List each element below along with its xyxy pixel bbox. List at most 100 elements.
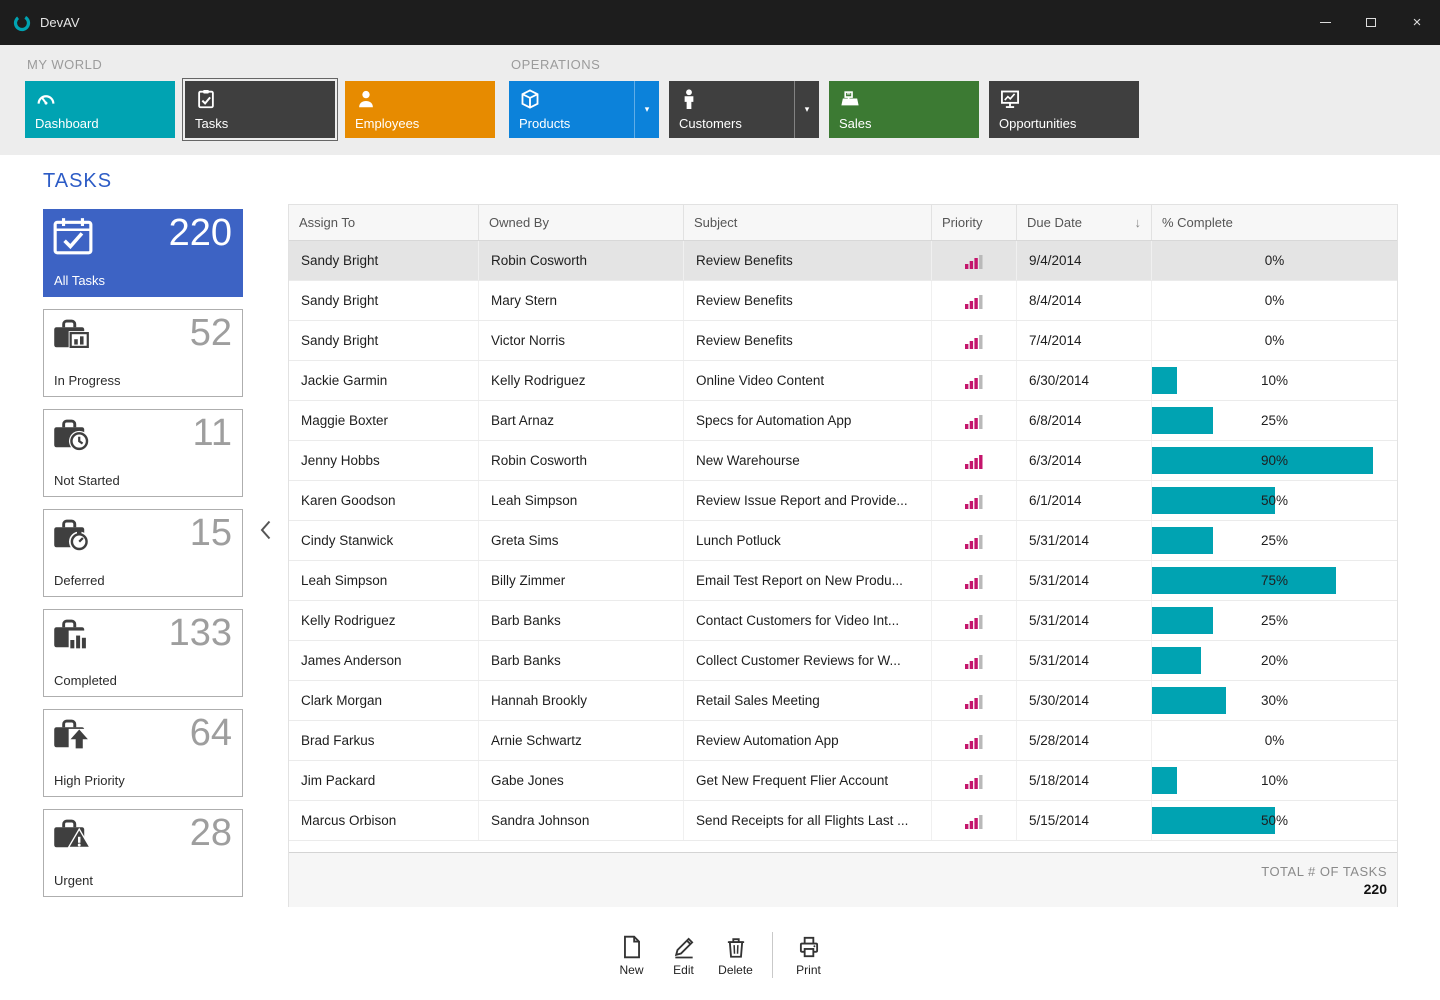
- tile-urgent[interactable]: 28Urgent: [43, 809, 243, 897]
- ribbon-button-employees[interactable]: Employees: [345, 81, 495, 138]
- tile-completed[interactable]: 133Completed: [43, 609, 243, 697]
- percent-label: 10%: [1261, 373, 1288, 388]
- column-header-complete[interactable]: % Complete: [1152, 205, 1397, 240]
- maximize-button[interactable]: [1348, 0, 1394, 45]
- task-row[interactable]: James AndersonBarb BanksCollect Customer…: [289, 641, 1397, 681]
- column-header-priority[interactable]: Priority: [932, 205, 1017, 240]
- due-date-cell: 9/4/2014: [1017, 241, 1152, 280]
- task-row[interactable]: Sandy BrightRobin CosworthReview Benefit…: [289, 241, 1397, 281]
- column-header-label: Priority: [942, 215, 982, 230]
- edit-button[interactable]: Edit: [658, 934, 710, 977]
- tile-count: 64: [190, 712, 232, 755]
- task-row[interactable]: Marcus OrbisonSandra JohnsonSend Receipt…: [289, 801, 1397, 841]
- task-row[interactable]: Brad FarkusArnie SchwartzReview Automati…: [289, 721, 1397, 761]
- print-printer-icon: [796, 934, 822, 960]
- tile-deferred[interactable]: 15Deferred: [43, 509, 243, 597]
- task-row[interactable]: Sandy BrightMary SternReview Benefits8/4…: [289, 281, 1397, 321]
- ribbon-button-label: Opportunities: [999, 116, 1139, 131]
- devav-logo-icon: [12, 13, 32, 33]
- case-bars-icon: [52, 616, 92, 654]
- ribbon-button-opportunities[interactable]: Opportunities: [989, 81, 1139, 138]
- assign-to-cell: Jim Packard: [289, 761, 479, 800]
- priority-bars-icon: [964, 693, 984, 709]
- subject-cell: Review Benefits: [684, 281, 932, 320]
- priority-cell: [932, 561, 1017, 600]
- chevron-left-icon: [260, 520, 271, 545]
- ribbon-button-sales[interactable]: Sales: [829, 81, 979, 138]
- toolbar-button-label: Edit: [673, 963, 694, 977]
- tile-label: Urgent: [54, 873, 93, 888]
- owned-by-cell: Billy Zimmer: [479, 561, 684, 600]
- column-header-due_date[interactable]: Due Date↓: [1017, 205, 1152, 240]
- task-row[interactable]: Jenny HobbsRobin CosworthNew Warehourse6…: [289, 441, 1397, 481]
- dropdown-arrow-icon[interactable]: ▾: [634, 81, 659, 138]
- collapse-sidebar-button[interactable]: [243, 155, 288, 910]
- ribbon-button-dashboard[interactable]: Dashboard: [25, 81, 175, 138]
- case-clock-icon: [52, 416, 92, 454]
- tile-in-progress[interactable]: 52In Progress: [43, 309, 243, 397]
- grid-header: Assign ToOwned BySubject Priority Due Date…: [289, 205, 1397, 241]
- task-row[interactable]: Maggie BoxterBart ArnazSpecs for Automat…: [289, 401, 1397, 441]
- subject-cell: Review Automation App: [684, 721, 932, 760]
- priority-cell: [932, 761, 1017, 800]
- task-row[interactable]: Jackie GarminKelly RodriguezOnline Video…: [289, 361, 1397, 401]
- percent-complete-cell: 0%: [1152, 241, 1397, 280]
- delete-button[interactable]: Delete: [710, 934, 762, 977]
- subject-cell: Review Issue Report and Provide...: [684, 481, 932, 520]
- toolbar-button-label: New: [619, 963, 643, 977]
- products-box-icon: [519, 88, 634, 112]
- owned-by-cell: Kelly Rodriguez: [479, 361, 684, 400]
- task-row[interactable]: Karen GoodsonLeah SimpsonReview Issue Re…: [289, 481, 1397, 521]
- percent-label: 0%: [1265, 293, 1285, 308]
- progress-bar: [1152, 567, 1336, 594]
- percent-label: 25%: [1261, 413, 1288, 428]
- task-row[interactable]: Clark MorganHannah BrooklyRetail Sales M…: [289, 681, 1397, 721]
- tile-count: 52: [190, 312, 232, 355]
- column-header-owned_by[interactable]: Owned By: [479, 205, 684, 240]
- subject-cell: Specs for Automation App: [684, 401, 932, 440]
- opportunities-chart-icon: [999, 88, 1139, 112]
- ribbon-button-label: Tasks: [195, 116, 335, 131]
- toolbar-button-label: Print: [796, 963, 821, 977]
- priority-cell: [932, 521, 1017, 560]
- owned-by-cell: Sandra Johnson: [479, 801, 684, 840]
- print-button[interactable]: Print: [783, 934, 835, 977]
- total-tasks-label: TOTAL # OF TASKS: [1261, 864, 1387, 879]
- owned-by-cell: Mary Stern: [479, 281, 684, 320]
- task-row[interactable]: Leah SimpsonBilly ZimmerEmail Test Repor…: [289, 561, 1397, 601]
- progress-bar: [1152, 487, 1275, 514]
- tile-all-tasks[interactable]: 220All Tasks: [43, 209, 243, 297]
- subject-cell: Online Video Content: [684, 361, 932, 400]
- task-row[interactable]: Sandy BrightVictor NorrisReview Benefits…: [289, 321, 1397, 361]
- dropdown-arrow-icon[interactable]: ▾: [794, 81, 819, 138]
- column-header-assign_to[interactable]: Assign To: [289, 205, 479, 240]
- case-arrow-up-icon: [52, 716, 92, 754]
- subject-cell: Send Receipts for all Flights Last ...: [684, 801, 932, 840]
- task-row[interactable]: Jim PackardGabe JonesGet New Frequent Fl…: [289, 761, 1397, 801]
- tasks-grid: Assign ToOwned BySubject Priority Due Date…: [288, 204, 1398, 907]
- tile-not-started[interactable]: 11Not Started: [43, 409, 243, 497]
- priority-bars-icon: [964, 533, 984, 549]
- percent-complete-cell: 75%: [1152, 561, 1397, 600]
- priority-bars-icon: [964, 653, 984, 669]
- ribbon: MY WORLDDashboardTasksEmployeesOPERATION…: [0, 45, 1440, 155]
- close-button[interactable]: ×: [1394, 0, 1440, 45]
- due-date-cell: 5/28/2014: [1017, 721, 1152, 760]
- column-header-subject[interactable]: Subject: [684, 205, 932, 240]
- ribbon-button-customers[interactable]: Customers▾: [669, 81, 819, 138]
- progress-bar: [1152, 367, 1177, 394]
- dashboard-gauge-icon: [35, 88, 175, 112]
- minimize-button[interactable]: [1302, 0, 1348, 45]
- priority-bars-icon: [964, 373, 984, 389]
- task-row[interactable]: Kelly RodriguezBarb BanksContact Custome…: [289, 601, 1397, 641]
- ribbon-button-products[interactable]: Products▾: [509, 81, 659, 138]
- partial-task-row[interactable]: [289, 841, 1397, 853]
- new-document-icon: [619, 934, 645, 960]
- ribbon-group-label: OPERATIONS: [511, 57, 1139, 72]
- ribbon-button-tasks[interactable]: Tasks: [185, 81, 335, 138]
- tile-high-priority[interactable]: 64High Priority: [43, 709, 243, 797]
- percent-complete-cell: 90%: [1152, 441, 1397, 480]
- progress-bar: [1152, 407, 1213, 434]
- new-button[interactable]: New: [606, 934, 658, 977]
- task-row[interactable]: Cindy StanwickGreta SimsLunch Potluck5/3…: [289, 521, 1397, 561]
